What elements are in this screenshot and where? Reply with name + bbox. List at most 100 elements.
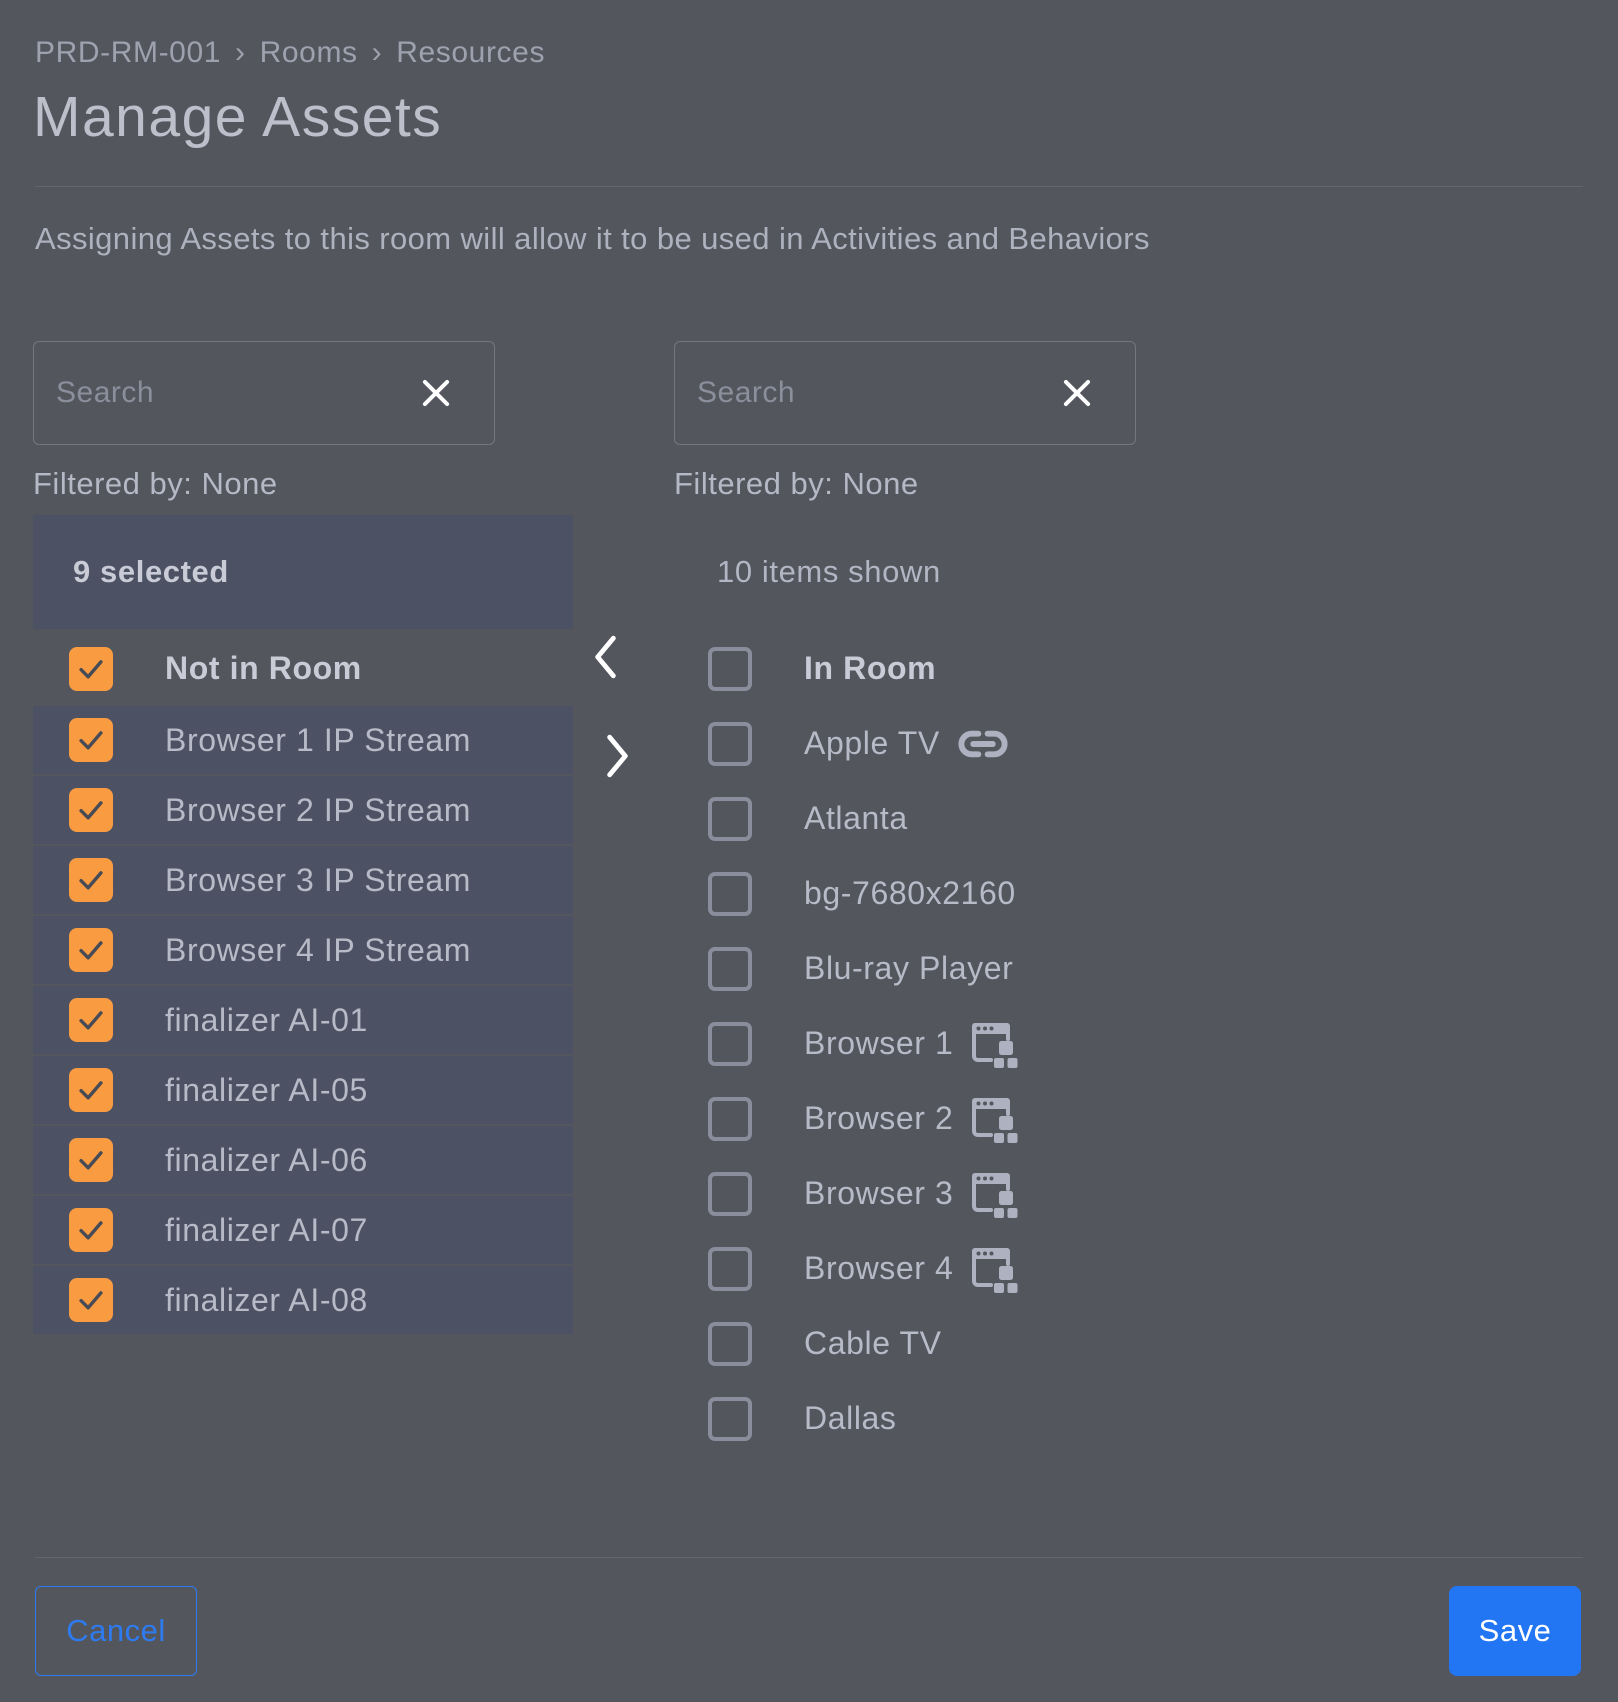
list-item[interactable]: finalizer AI-06 [33,1126,573,1194]
page-description: Assigning Assets to this room will allow… [35,221,1150,257]
breadcrumb: PRD-RM-001 › Rooms › Resources [35,36,545,70]
list-item[interactable]: finalizer AI-08 [33,1266,573,1334]
in-room-panel: Filtered by: None 10 items shown In Room… [674,341,1334,1456]
manage-assets-page: PRD-RM-001 › Rooms › Resources Manage As… [0,0,1618,1702]
checkbox-checked-icon[interactable] [69,647,113,691]
group-label: Not in Room [165,650,362,687]
list-item-label: Atlanta [804,800,908,837]
checkbox-unchecked-icon[interactable] [708,1397,752,1441]
browser-window-icon [969,1245,1019,1293]
checkbox-checked-icon[interactable] [69,998,113,1042]
checkbox-checked-icon[interactable] [69,1138,113,1182]
breadcrumb-item-room-id[interactable]: PRD-RM-001 [35,36,221,70]
list-item[interactable]: Blu-ray Player [674,931,1334,1006]
save-button[interactable]: Save [1449,1586,1581,1676]
checkbox-checked-icon[interactable] [69,1068,113,1112]
browser-window-icon [969,1020,1019,1068]
left-asset-list: Not in Room Browser 1 IP Stream Browser … [33,631,573,1334]
checkbox-unchecked-icon[interactable] [708,797,752,841]
list-item-label: bg-7680x2160 [804,875,1016,912]
list-item-label: Browser 2 IP Stream [165,792,471,829]
list-item[interactable]: Browser 2 [674,1081,1334,1156]
list-item[interactable]: bg-7680x2160 [674,856,1334,931]
chevron-right-icon [605,733,631,779]
checkbox-unchecked-icon[interactable] [708,1247,752,1291]
checkbox-checked-icon[interactable] [69,928,113,972]
checkbox-unchecked-icon[interactable] [708,1322,752,1366]
x-clear-icon [417,374,455,412]
list-item-label: Browser 4 [804,1250,953,1287]
list-item-label: Browser 3 IP Stream [165,862,471,899]
checkbox-checked-icon[interactable] [69,1208,113,1252]
list-item[interactable]: Atlanta [674,781,1334,856]
move-to-right-button[interactable] [605,733,631,779]
selection-summary-label: 9 selected [73,554,229,590]
breadcrumb-separator: › [235,36,246,70]
chevron-left-icon [592,634,618,680]
checkbox-unchecked-icon[interactable] [708,647,752,691]
list-item-label: Browser 1 [804,1025,953,1062]
list-item[interactable]: Browser 2 IP Stream [33,776,573,844]
list-item[interactable]: finalizer AI-07 [33,1196,573,1264]
checkbox-unchecked-icon[interactable] [708,947,752,991]
list-item-label: Dallas [804,1400,897,1437]
checkbox-checked-icon[interactable] [69,788,113,832]
list-item-label: Browser 1 IP Stream [165,722,471,759]
right-asset-list: In Room Apple TV Atlanta bg-7680x2160 Bl… [674,631,1334,1456]
list-item[interactable]: Cable TV [674,1306,1334,1381]
list-item[interactable]: Browser 4 [674,1231,1334,1306]
list-item[interactable]: Browser 3 [674,1156,1334,1231]
footer-divider [35,1557,1583,1558]
list-item[interactable]: Browser 1 [674,1006,1334,1081]
right-search-clear-button[interactable] [1056,372,1098,414]
checkbox-checked-icon[interactable] [69,1278,113,1322]
list-item[interactable]: Apple TV [674,706,1334,781]
breadcrumb-item-resources[interactable]: Resources [396,36,545,70]
list-item-label: Cable TV [804,1325,942,1362]
list-item-label: finalizer AI-05 [165,1072,368,1109]
list-item[interactable]: finalizer AI-05 [33,1056,573,1124]
right-filtered-by-label: Filtered by: None [674,466,1334,502]
list-item[interactable]: Browser 4 IP Stream [33,916,573,984]
browser-window-icon [969,1170,1019,1218]
left-search-clear-button[interactable] [415,372,457,414]
list-item[interactable]: Dallas [674,1381,1334,1456]
list-item[interactable]: Browser 3 IP Stream [33,846,573,914]
checkbox-unchecked-icon[interactable] [708,872,752,916]
checkbox-unchecked-icon[interactable] [708,1097,752,1141]
checkbox-unchecked-icon[interactable] [708,722,752,766]
items-shown-label: 10 items shown [717,554,941,590]
list-item-label: finalizer AI-01 [165,1002,368,1039]
checkbox-unchecked-icon[interactable] [708,1172,752,1216]
link-icon [956,726,1010,762]
list-item-label: Apple TV [804,725,940,762]
breadcrumb-separator: › [372,36,383,70]
checkbox-unchecked-icon[interactable] [708,1022,752,1066]
breadcrumb-item-rooms[interactable]: Rooms [260,36,358,70]
left-search-box [33,341,495,445]
list-item[interactable]: finalizer AI-01 [33,986,573,1054]
page-title: Manage Assets [33,84,442,150]
list-item-label: finalizer AI-06 [165,1142,368,1179]
list-item-label: finalizer AI-08 [165,1282,368,1319]
list-item-label: finalizer AI-07 [165,1212,368,1249]
items-shown-summary: 10 items shown [674,515,1334,629]
list-item-label: Browser 4 IP Stream [165,932,471,969]
list-item[interactable]: Browser 1 IP Stream [33,706,573,774]
left-filtered-by-label: Filtered by: None [33,466,573,502]
checkbox-checked-icon[interactable] [69,718,113,762]
header-divider [35,186,1583,187]
list-item-group-not-in-room[interactable]: Not in Room [33,631,573,706]
group-label: In Room [804,650,936,687]
list-item-label: Browser 3 [804,1175,953,1212]
checkbox-checked-icon[interactable] [69,858,113,902]
x-clear-icon [1058,374,1096,412]
left-selection-summary: 9 selected [33,515,573,629]
list-item-label: Browser 2 [804,1100,953,1137]
cancel-button[interactable]: Cancel [35,1586,197,1676]
list-item-group-in-room[interactable]: In Room [674,631,1334,706]
move-to-left-button[interactable] [592,634,618,680]
right-search-box [674,341,1136,445]
not-in-room-panel: Filtered by: None 9 selected Not in Room… [33,341,573,1336]
browser-window-icon [969,1095,1019,1143]
